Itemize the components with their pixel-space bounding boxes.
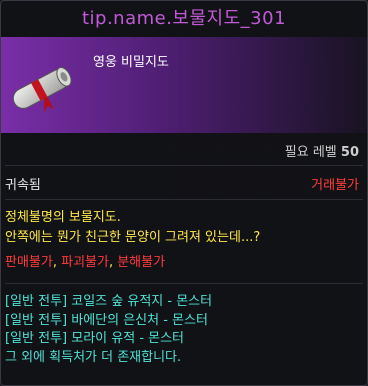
- item-description: 정체불명의 보물지도. 안쪽에는 뭔가 친근한 문양이 그려져 있는데...?: [5, 208, 260, 248]
- required-level-value: 50: [340, 145, 359, 160]
- restriction-no-destroy: 파괴불가: [61, 255, 109, 270]
- item-name: 영웅 비밀지도: [93, 55, 169, 70]
- source-item: [일반 전투] 코일즈 숲 유적지 - 몬스터: [5, 294, 213, 309]
- acquisition-sources: [일반 전투] 코일즈 숲 유적지 - 몬스터 [일반 전투] 바에단의 은신처…: [5, 293, 212, 367]
- description-line: 정체불명의 보물지도.: [5, 210, 121, 225]
- sources-note: 그 외에 획득처가 더 존재합니다.: [5, 349, 182, 365]
- divider: [5, 283, 363, 284]
- tooltip-title: tip.name.보물지도_301: [81, 8, 287, 29]
- bind-status: 귀속됨: [5, 178, 41, 193]
- restriction-separator: ,: [52, 255, 62, 270]
- required-level: 필요 레벨 50: [285, 141, 359, 160]
- divider: [5, 165, 363, 166]
- source-item: [일반 전투] 모라이 유적 - 몬스터: [5, 331, 185, 346]
- restriction-separator: ,: [108, 255, 118, 270]
- divider: [5, 199, 363, 200]
- source-item: [일반 전투] 바에단의 은신처 - 몬스터: [5, 312, 208, 328]
- restriction-no-dismantle: 분해불가: [117, 255, 166, 270]
- scroll-map-icon: [5, 49, 77, 123]
- restriction-no-sell: 판매불가: [5, 255, 53, 270]
- item-tooltip: tip.name.보물지도_301 영웅 비밀지도 필요 레벨 50 귀속됨 거…: [0, 0, 368, 386]
- required-level-label: 필요 레벨: [284, 145, 337, 160]
- description-line: 안쪽에는 뭔가 친근한 문양이 그려져 있는데...?: [5, 230, 261, 245]
- trade-status: 거래불가: [311, 178, 359, 193]
- item-restrictions: 판매불가, 파괴불가, 분해불가: [5, 253, 165, 273]
